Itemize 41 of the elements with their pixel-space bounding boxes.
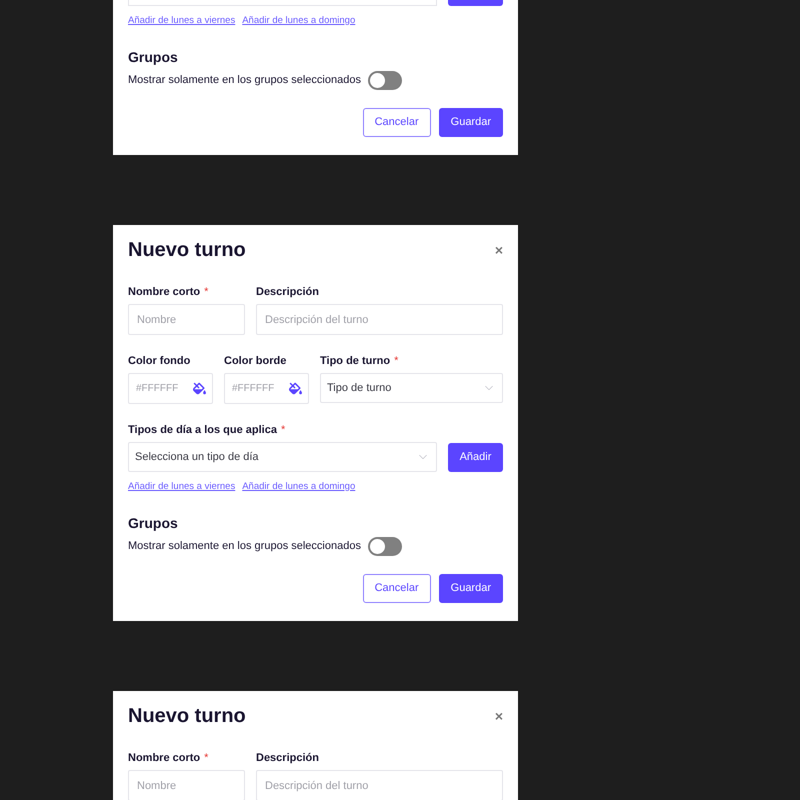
field-label: Descripción [256,285,319,299]
name-field[interactable]: Nombre [128,770,245,800]
field-label: Color fondo [128,354,190,368]
required-mark: * [394,354,398,368]
dialog-title: Nuevo turno [128,704,246,728]
day-type-select[interactable]: Selecciona un tipo de día [128,442,437,472]
section-heading: Grupos [128,514,179,532]
description-field[interactable]: Descripción del turno [256,304,503,335]
required-mark: * [280,423,286,437]
field-label: Descripción [256,751,319,765]
save-button[interactable]: Guardar [438,108,503,137]
field-label: Tipos de día a los que aplica [128,423,277,437]
field-label: Tipo de turno [320,354,390,368]
paint-bucket-icon [193,382,206,395]
color-field[interactable]: #FFFFFF [128,373,213,404]
add-days-link[interactable]: Añadir de lunes a viernes [128,14,236,28]
save-button[interactable]: Guardar [438,574,503,603]
add-days-link[interactable]: Añadir de lunes a viernes [128,480,236,494]
cancel-button[interactable]: Cancelar [362,108,431,137]
add-days-link[interactable]: Añadir de lunes a domingo [242,14,356,28]
close-button[interactable]: × [494,709,503,723]
add-days-link[interactable]: Añadir de lunes a domingo [242,480,356,494]
toggle-switch[interactable] [368,536,402,556]
add-button[interactable]: Añadir [448,442,503,472]
toggle-switch[interactable] [368,70,402,90]
description-field[interactable]: Descripción del turno [256,770,503,800]
required-mark: * [204,285,208,299]
paint-bucket-icon [289,382,302,395]
toggle-label: Mostrar solamente en los grupos seleccionados [128,72,361,88]
color-field[interactable]: #FFFFFF [224,373,309,404]
cancel-button[interactable]: Cancelar [362,574,431,603]
toggle-label: Mostrar solamente en los grupos seleccionados [128,538,361,554]
field-label: Nombre corto [128,751,200,765]
close-button[interactable]: × [494,243,503,257]
shift-type-select[interactable]: Tipo de turno [320,373,503,403]
section-heading: Grupos [128,48,179,66]
name-field[interactable]: Nombre [128,304,245,335]
field-label: Color borde [224,354,286,368]
field-label: Nombre corto [128,285,200,299]
dialog-title: Nuevo turno [128,238,246,262]
required-mark: * [204,751,208,765]
